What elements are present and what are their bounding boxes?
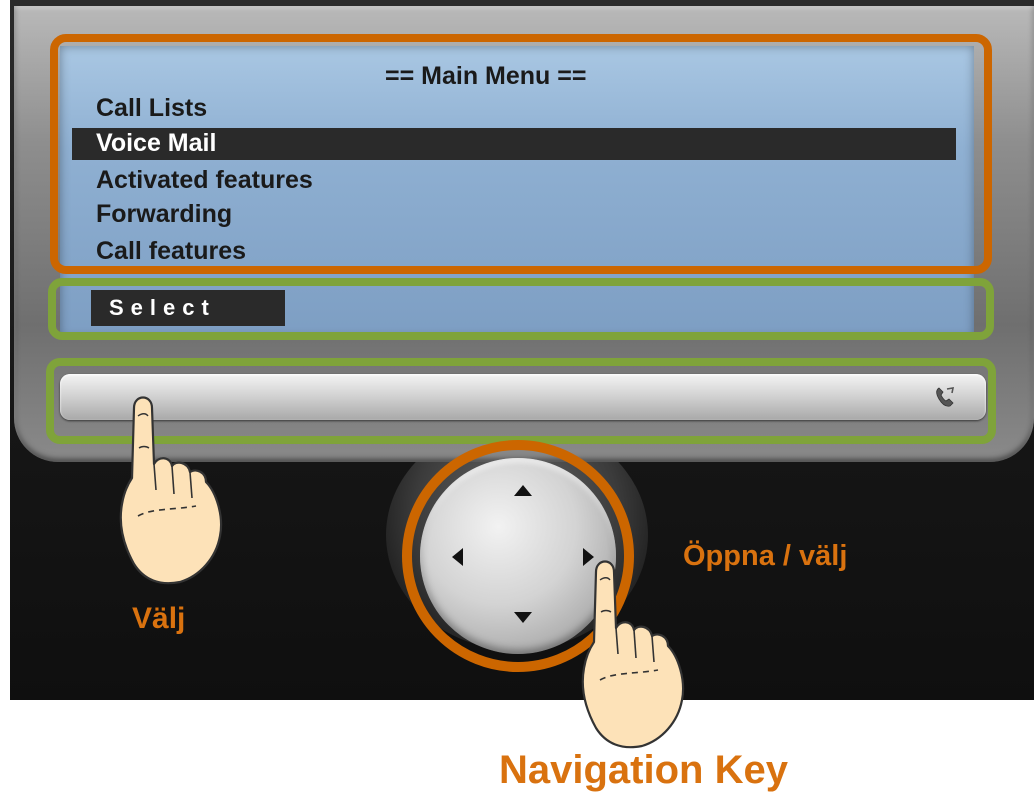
pointing-hand-icon xyxy=(119,396,223,585)
annotation-oppna-valj: Öppna / välj xyxy=(683,540,848,572)
menu-highlight-frame xyxy=(50,34,992,274)
pointing-hand-icon xyxy=(581,560,685,749)
annotation-valj: Välj xyxy=(132,602,186,635)
arrow-up-icon[interactable] xyxy=(514,485,532,496)
arrow-left-icon[interactable] xyxy=(452,548,463,566)
annotation-navigation-key: Navigation Key xyxy=(499,748,788,792)
arrow-down-icon[interactable] xyxy=(514,612,532,623)
softkey-label-highlight-frame xyxy=(48,278,994,340)
